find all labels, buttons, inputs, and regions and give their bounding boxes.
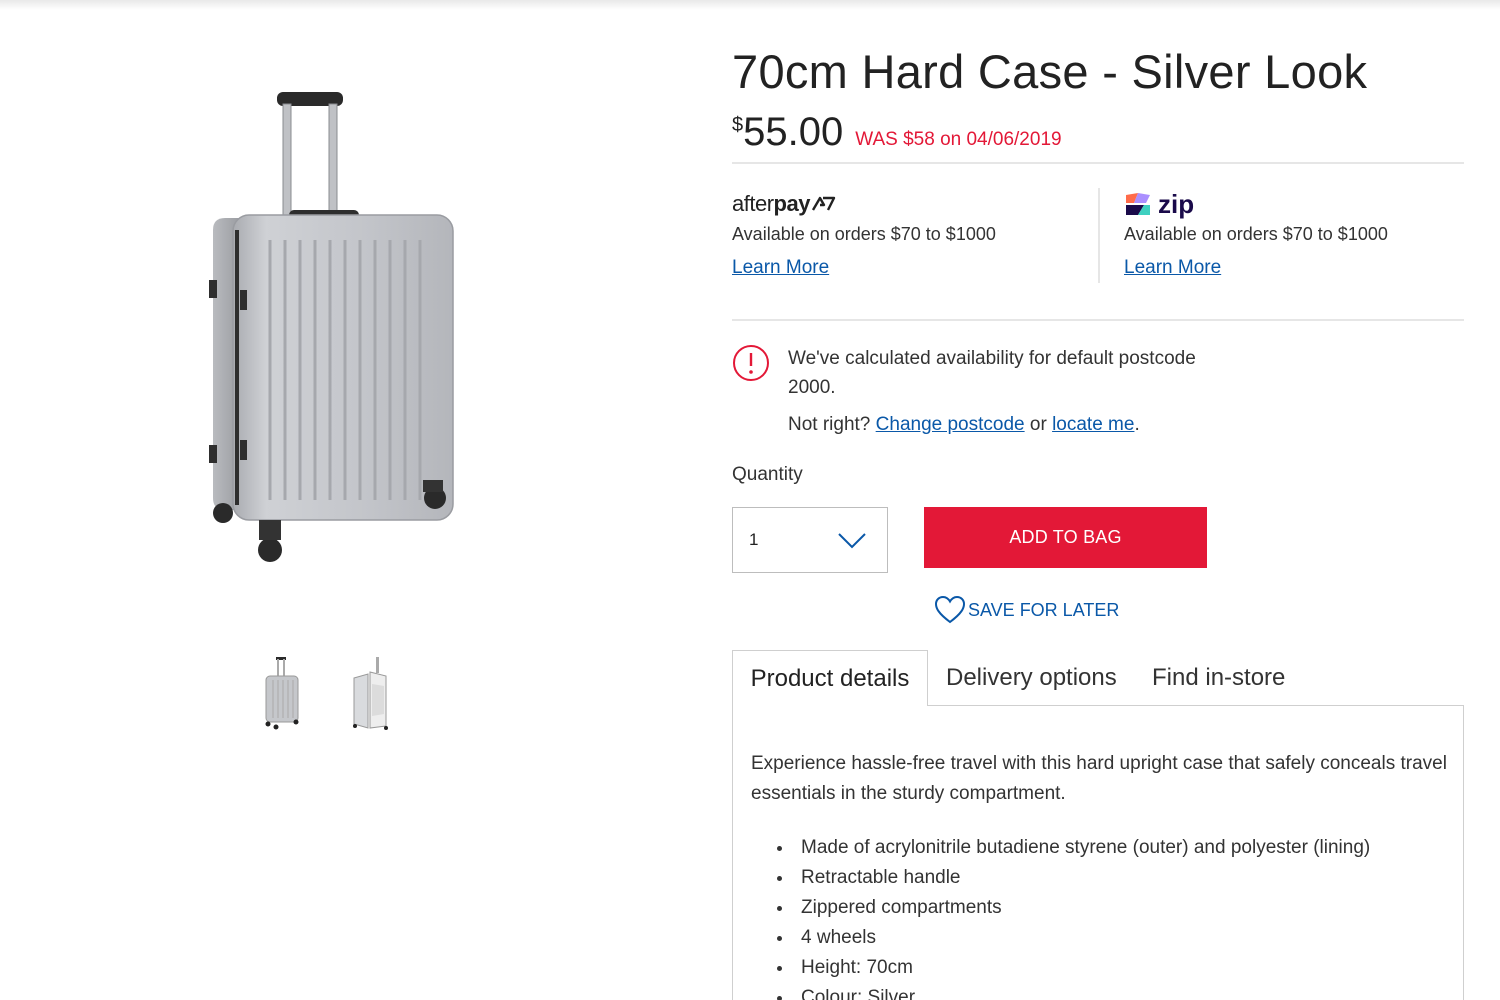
product-tabs: Product details Delivery options Find in…: [732, 650, 1464, 706]
quantity-value: 1: [749, 530, 759, 549]
list-item: Made of acrylonitrile butadiene styrene …: [776, 833, 1370, 863]
change-postcode-link[interactable]: Change postcode: [876, 414, 1025, 435]
save-for-later-button[interactable]: SAVE FOR LATER: [934, 595, 1119, 625]
thumbnail-open[interactable]: [346, 654, 390, 732]
feature-list: Made of acrylonitrile butadiene styrene …: [776, 833, 1370, 1000]
tab-delivery-options[interactable]: Delivery options: [946, 650, 1117, 706]
thumbnail-front[interactable]: [258, 654, 302, 732]
zip-logo: zip: [1124, 188, 1464, 220]
product-title: 70cm Hard Case - Silver Look: [732, 45, 1368, 98]
list-item: 4 wheels: [776, 923, 1370, 953]
header-shadow: [0, 0, 1500, 10]
payment-divider: [1098, 188, 1100, 283]
list-item: Height: 70cm: [776, 953, 1370, 983]
availability-message: We've calculated availability for defaul…: [788, 348, 1196, 398]
list-item: Retractable handle: [776, 863, 1370, 893]
zip-availability: Available on orders $70 to $1000: [1124, 224, 1388, 244]
price-row: $ 55.00 WAS $58 on 04/06/2019: [732, 110, 1062, 155]
product-description: Experience hassle-free travel with this …: [751, 753, 1447, 804]
heart-icon: [934, 595, 966, 624]
zip-mark-icon: [1126, 193, 1150, 215]
zip-learn-more-link[interactable]: Learn More: [1124, 257, 1221, 279]
save-for-later-label: SAVE FOR LATER: [968, 599, 1120, 620]
afterpay-learn-more-link[interactable]: Learn More: [732, 257, 829, 279]
zip-block: zip Available on orders $70 to $1000 Lea…: [1124, 188, 1464, 279]
afterpay-logo: after pay: [732, 188, 1072, 220]
divider: [732, 162, 1464, 164]
product-main-image[interactable]: [195, 80, 470, 575]
chevron-down-icon: [838, 533, 866, 549]
was-price: WAS $58 on 04/06/2019: [855, 129, 1062, 150]
afterpay-availability: Available on orders $70 to $1000: [732, 224, 996, 244]
list-item: Zippered compartments: [776, 893, 1370, 923]
add-to-bag-button[interactable]: ADD TO BAG: [924, 507, 1207, 568]
quantity-label: Quantity: [732, 464, 803, 485]
product-details-panel: Experience hassle-free travel with this …: [732, 705, 1464, 1000]
product-price: 55.00: [743, 110, 844, 154]
postcode-prompt: Not right? Change postcode or locate me.: [788, 414, 1140, 435]
tab-find-in-store[interactable]: Find in-store: [1152, 650, 1285, 706]
tab-product-details[interactable]: Product details: [732, 650, 928, 706]
quantity-select[interactable]: 1: [732, 507, 888, 573]
afterpay-block: after pay Available on orders $70 to $100…: [732, 188, 1072, 279]
list-item: Colour: Silver: [776, 983, 1370, 1000]
locate-me-link[interactable]: locate me: [1052, 414, 1134, 435]
alert-icon: [733, 345, 769, 381]
afterpay-arrows-icon: [811, 196, 836, 211]
divider: [732, 319, 1464, 321]
thumbnail-strip: [258, 654, 390, 732]
price-currency: $: [732, 114, 744, 136]
